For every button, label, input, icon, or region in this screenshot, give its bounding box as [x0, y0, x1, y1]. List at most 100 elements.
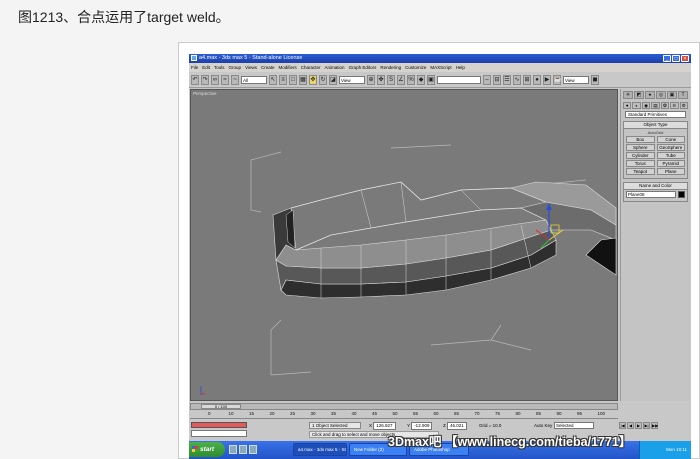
render-last-icon[interactable]: ◼ [591, 74, 599, 85]
menu-help[interactable]: Help [456, 63, 465, 72]
plane-button[interactable]: Plane [656, 168, 685, 175]
pyramid-button[interactable]: Pyramid [656, 160, 685, 167]
menu-file[interactable]: File [191, 63, 198, 72]
object-color-swatch[interactable] [678, 191, 685, 198]
taskbar-item-3dsmax[interactable]: a4.max - 3ds max 5 - Stan... [293, 443, 347, 456]
reference-coordinate-dropdown[interactable]: View [339, 75, 365, 84]
utilities-tab-icon[interactable]: T [678, 91, 688, 99]
name-and-color-header[interactable]: Name and Color [624, 183, 687, 190]
align-icon[interactable]: ⊟ [493, 74, 501, 85]
space-warps-icon[interactable]: ≋ [670, 102, 679, 109]
quick-render-icon[interactable]: ☕ [553, 74, 561, 85]
minimize-button[interactable]: _ [663, 55, 671, 62]
unlink-icon[interactable]: ≈ [221, 74, 229, 85]
link-icon[interactable]: ∞ [211, 74, 219, 85]
cameras-icon[interactable]: ▤ [651, 102, 660, 109]
render-type-dropdown[interactable]: View [563, 75, 589, 84]
schematic-view-icon[interactable]: ⊞ [523, 74, 531, 85]
title-bar[interactable]: a4.max - 3ds max 5 - Stand-alone License… [189, 54, 691, 63]
mirror-icon[interactable]: ⇔ [483, 74, 491, 85]
go-to-start-icon[interactable]: |◀ [619, 422, 626, 429]
edit-named-selection-icon[interactable]: ▣ [427, 74, 435, 85]
helpers-icon[interactable]: ❂ [660, 102, 670, 109]
render-scene-icon[interactable]: ▶ [543, 74, 551, 85]
time-slider-thumb[interactable]: 0 / 100 [201, 404, 241, 409]
percent-snap-icon[interactable]: % [407, 74, 415, 85]
start-button[interactable]: start [189, 442, 225, 457]
sphere-button[interactable]: Sphere [626, 144, 655, 151]
track-bar-tick-label: 40 [351, 411, 357, 416]
select-scale-icon[interactable]: ◪ [329, 74, 337, 85]
angle-snap-icon[interactable]: ∠ [397, 74, 405, 85]
menu-animation[interactable]: Animation [325, 63, 345, 72]
menu-graph-editors[interactable]: Graph Editors [349, 63, 377, 72]
menu-create[interactable]: Create [261, 63, 275, 72]
menu-customize[interactable]: Customize [405, 63, 426, 72]
window-crossing-icon[interactable]: ▦ [299, 74, 307, 85]
time-slider[interactable]: 0 / 100 [190, 403, 618, 410]
next-frame-icon[interactable]: ▶| [643, 422, 650, 429]
cylinder-button[interactable]: Cylinder [626, 152, 655, 159]
menu-rendering[interactable]: Rendering [380, 63, 401, 72]
object-name-field[interactable]: Plane08 [626, 191, 676, 198]
shapes-icon[interactable]: ◐ [632, 102, 641, 109]
play-icon[interactable]: ▶ [635, 422, 642, 429]
geosphere-button[interactable]: GeoSphere [656, 144, 685, 151]
modify-tab-icon[interactable]: ◩ [634, 91, 644, 99]
maxscript-listener-red[interactable] [191, 422, 247, 428]
select-rotate-icon[interactable]: ↻ [319, 74, 327, 85]
material-editor-icon[interactable]: ● [533, 74, 541, 85]
object-type-header[interactable]: Object Type [624, 122, 687, 129]
menu-views[interactable]: Views [245, 63, 257, 72]
systems-icon[interactable]: ⚙ [679, 102, 688, 109]
cone-button[interactable]: Cone [656, 136, 685, 143]
close-button[interactable]: × [681, 55, 689, 62]
tube-button[interactable]: Tube [656, 152, 685, 159]
z-value-field[interactable]: 46.021 [447, 422, 467, 430]
select-by-name-icon[interactable]: ≡ [279, 74, 287, 85]
pivot-center-icon[interactable]: ⊕ [367, 74, 375, 85]
create-tab-icon[interactable]: ✳ [623, 91, 633, 99]
menu-edit[interactable]: Edit [202, 63, 210, 72]
region-select-icon[interactable]: □ [289, 74, 297, 85]
bind-space-warp-icon[interactable]: ~ [231, 74, 239, 85]
hierarchy-tab-icon[interactable]: ♠ [645, 91, 655, 99]
auto-key-button[interactable]: Auto Key [534, 422, 552, 429]
menu-modifiers[interactable]: Modifiers [279, 63, 297, 72]
menu-group[interactable]: Group [229, 63, 242, 72]
select-manipulate-icon[interactable]: ✤ [377, 74, 385, 85]
named-selection-sets-dropdown[interactable] [437, 75, 481, 84]
motion-tab-icon[interactable]: ◎ [656, 91, 666, 99]
menu-tools[interactable]: Tools [214, 63, 225, 72]
display-tab-icon[interactable]: ▣ [667, 91, 677, 99]
menu-character[interactable]: Character [301, 63, 321, 72]
primitive-type-dropdown[interactable]: Standard Primitives [625, 111, 686, 118]
selection-filter-dropdown[interactable]: All [241, 75, 267, 84]
undo-icon[interactable]: ↶ [191, 74, 199, 85]
quicklaunch-desktop-icon[interactable] [239, 445, 247, 454]
maximize-button[interactable]: □ [672, 55, 680, 62]
spinner-snap-icon[interactable]: ◆ [417, 74, 425, 85]
previous-frame-icon[interactable]: ◀ [627, 422, 634, 429]
geometry-icon[interactable]: ● [623, 102, 632, 109]
torus-button[interactable]: Torus [626, 160, 655, 167]
key-filter-dropdown[interactable]: Selected [554, 422, 594, 429]
snaps-toggle-icon[interactable]: S [387, 74, 395, 85]
y-value-field[interactable]: -12.909 [411, 422, 433, 430]
teapot-button[interactable]: Teapot [626, 168, 655, 175]
select-move-icon[interactable]: ✥ [309, 74, 317, 85]
menu-maxscript[interactable]: MAXScript [430, 63, 451, 72]
lights-icon[interactable]: ◉ [641, 102, 651, 109]
quicklaunch-ie-icon[interactable] [229, 445, 237, 454]
curve-editor-icon[interactable]: ∿ [513, 74, 521, 85]
go-to-end-icon[interactable]: ▶▶ [651, 422, 658, 429]
layer-manager-icon[interactable]: ☰ [503, 74, 511, 85]
redo-icon[interactable]: ↷ [201, 74, 209, 85]
x-value-field[interactable]: 126.927 [373, 422, 396, 430]
maxscript-listener-input[interactable] [191, 430, 247, 437]
track-bar[interactable]: 0 10 15 20 25 30 35 40 45 50 55 60 65 70 75 80 85 90 95 100 [190, 411, 618, 419]
select-object-icon[interactable]: ↖ [269, 74, 277, 85]
box-button[interactable]: Box [626, 136, 655, 143]
perspective-viewport[interactable]: Perspective [190, 89, 618, 401]
quicklaunch-media-icon[interactable] [249, 445, 257, 454]
